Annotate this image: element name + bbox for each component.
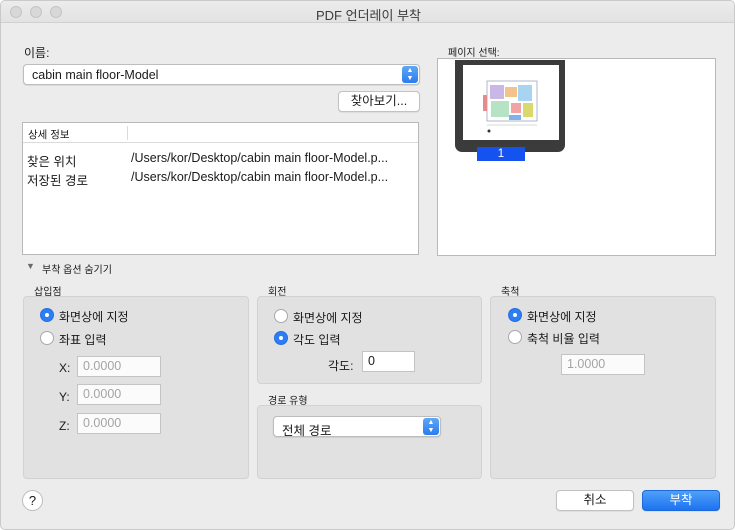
scale-group: 화면상에 지정 축척 비율 입력 1.0000 xyxy=(490,296,716,479)
angle-label: 각도: xyxy=(328,359,354,373)
scale-input[interactable]: 1.0000 xyxy=(561,354,645,375)
path-type-dropdown[interactable]: 전체 경로 ▲ ▼ xyxy=(273,416,441,438)
insertion-onscreen-radio[interactable] xyxy=(40,308,54,322)
name-dropdown[interactable]: cabin main floor-Model ▲ ▼ xyxy=(23,64,420,85)
hide-options-toggle[interactable]: 부착 옵션 숨기기 xyxy=(42,261,112,276)
page-select-list: 1 xyxy=(437,58,716,256)
help-button[interactable]: ? xyxy=(22,490,43,511)
page-thumbnail[interactable] xyxy=(455,60,565,152)
rotation-angle-radio[interactable] xyxy=(274,331,288,345)
y-label: Y: xyxy=(59,390,70,404)
detail-value: /Users/kor/Desktop/cabin main floor-Mode… xyxy=(131,151,389,165)
dialog-window: PDF 언더레이 부착 이름: cabin main floor-Model ▲… xyxy=(0,0,735,530)
page-number-badge[interactable]: 1 xyxy=(477,147,525,161)
rotation-onscreen-label: 화면상에 지정 xyxy=(293,311,363,325)
details-list: 상세 정보 찾은 위치 /Users/kor/Desktop/cabin mai… xyxy=(22,122,419,255)
scale-onscreen-label: 화면상에 지정 xyxy=(527,310,597,324)
attach-button[interactable]: 부착 xyxy=(642,490,720,511)
insertion-coordinate-label: 좌표 입력 xyxy=(59,333,107,347)
rotation-angle-label: 각도 입력 xyxy=(293,333,341,347)
cancel-button[interactable]: 취소 xyxy=(556,490,634,511)
updown-chevron-icon: ▲ ▼ xyxy=(423,418,439,435)
details-header-label: 상세 정보 xyxy=(28,129,70,141)
scale-ratio-label: 축척 비율 입력 xyxy=(527,332,600,346)
rotation-group: 화면상에 지정 각도 입력 각도: 0 xyxy=(257,296,482,384)
insertion-coordinate-radio[interactable] xyxy=(40,331,54,345)
browse-button[interactable]: 찾아보기... xyxy=(338,91,420,112)
window-title: PDF 언더레이 부착 xyxy=(316,8,421,23)
detail-value: /Users/kor/Desktop/cabin main floor-Mode… xyxy=(131,170,389,184)
title-bar: PDF 언더레이 부착 xyxy=(1,1,734,23)
x-input[interactable]: 0.0000 xyxy=(77,356,161,377)
scale-ratio-radio[interactable] xyxy=(508,330,522,344)
path-type-group: 전체 경로 ▲ ▼ xyxy=(257,405,482,479)
column-divider xyxy=(127,126,128,140)
updown-chevron-icon: ▲ ▼ xyxy=(402,66,418,83)
z-label: Z: xyxy=(59,419,70,433)
scale-onscreen-radio[interactable] xyxy=(508,308,522,322)
floor-plan-thumbnail-icon xyxy=(463,65,559,140)
page-select-label: 페이지 선택: xyxy=(448,48,500,59)
disclosure-triangle-icon[interactable]: ▼ xyxy=(26,261,35,271)
path-type-value: 전체 경로 xyxy=(282,424,332,438)
details-header: 상세 정보 xyxy=(23,123,418,143)
z-input[interactable]: 0.0000 xyxy=(77,413,161,434)
table-row: 찾은 위치 /Users/kor/Desktop/cabin main floo… xyxy=(23,149,418,169)
angle-input[interactable]: 0 xyxy=(362,351,415,372)
detail-key: 저장된 경로 xyxy=(27,174,88,188)
table-row: 저장된 경로 /Users/kor/Desktop/cabin main flo… xyxy=(23,168,418,188)
insertion-group: 화면상에 지정 좌표 입력 X: 0.0000 Y: 0.0000 Z: 0.0… xyxy=(23,296,249,479)
name-dropdown-value: cabin main floor-Model xyxy=(32,68,159,82)
insertion-onscreen-label: 화면상에 지정 xyxy=(59,310,129,324)
rotation-onscreen-radio[interactable] xyxy=(274,309,288,323)
y-input[interactable]: 0.0000 xyxy=(77,384,161,405)
x-label: X: xyxy=(59,361,71,375)
name-label: 이름: xyxy=(24,46,50,60)
